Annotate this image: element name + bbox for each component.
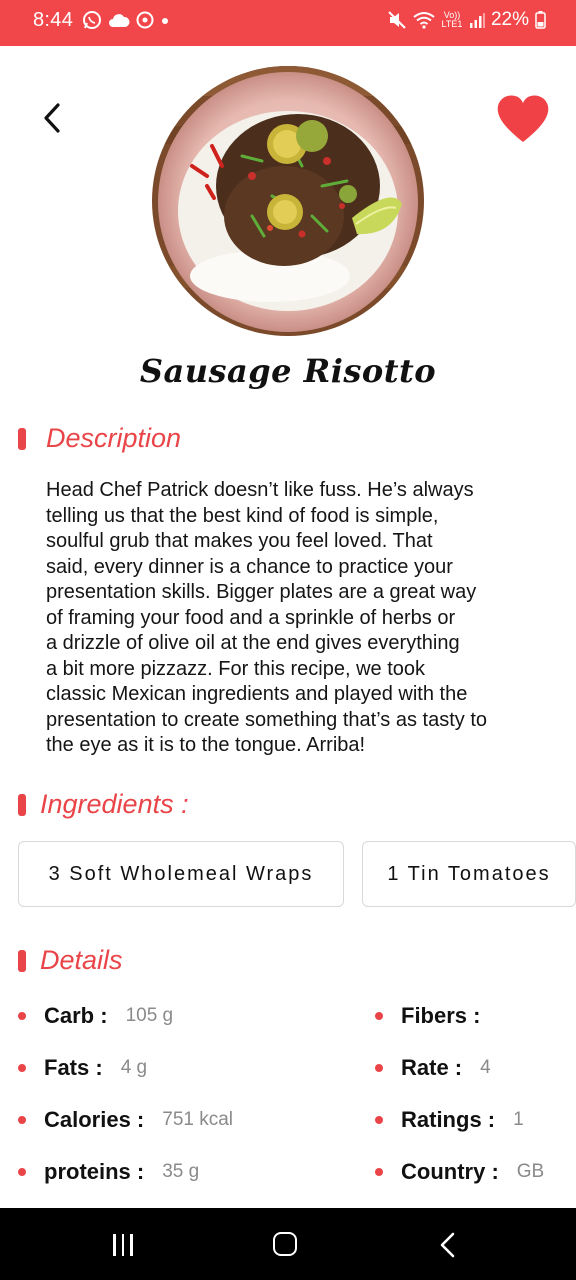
detail-ratings: Ratings : 1 (375, 1105, 524, 1135)
detail-value: 751 kcal (162, 1109, 234, 1130)
battery-percent: 22% (490, 9, 529, 30)
favorite-button[interactable] (494, 92, 552, 146)
ingredients-marker (18, 794, 26, 816)
details-marker (18, 950, 26, 972)
detail-value: GB (516, 1161, 545, 1182)
bullet (375, 1116, 383, 1124)
mute-icon (388, 11, 406, 29)
bullet (375, 1064, 383, 1072)
detail-label: Country : (401, 1159, 499, 1184)
heart-icon (497, 95, 549, 142)
cloud-icon (109, 14, 130, 27)
detail-country: Country : GB (375, 1157, 544, 1187)
bullet (375, 1168, 383, 1176)
bullet (18, 1012, 26, 1020)
status-time: 8:44 (33, 9, 74, 31)
detail-value: 105 g (125, 1005, 174, 1026)
wifi-icon (413, 12, 435, 29)
description-text: Head Chef Patrick doesn’t like fuss. He’… (46, 479, 487, 756)
detail-label: Carb : (44, 1003, 108, 1028)
dish-image (152, 66, 424, 336)
description-marker (18, 428, 26, 450)
notification-dot (162, 18, 168, 24)
bullet (375, 1012, 383, 1020)
back-icon[interactable] (437, 1231, 459, 1259)
detail-label: Ratings : (401, 1107, 496, 1132)
description-heading: Description (46, 423, 182, 453)
bullet (18, 1064, 26, 1072)
ingredients-list[interactable]: 3 Soft Wholemeal Wraps 1 Tin Tomatoes (18, 841, 576, 909)
detail-calories: Calories : 751 kcal (18, 1105, 233, 1135)
recipe-title: Sausage Risotto (139, 352, 437, 390)
bullet (18, 1116, 26, 1124)
home-icon[interactable] (273, 1232, 297, 1256)
navigation-bar (0, 1208, 576, 1280)
detail-value: 4 (480, 1057, 491, 1078)
battery-icon (535, 11, 546, 29)
bullet (18, 1168, 26, 1176)
recent-apps-icon[interactable] (113, 1234, 137, 1256)
chevron-left-icon (44, 103, 60, 133)
status-notification-icons (82, 10, 154, 30)
detail-label: Rate : (401, 1055, 463, 1080)
ingredient-chip[interactable]: 3 Soft Wholemeal Wraps (18, 841, 344, 907)
network-label: Vo)) LTE1 (441, 10, 463, 29)
football-icon (136, 11, 154, 29)
detail-label: proteins : (44, 1159, 145, 1184)
detail-proteins: proteins : 35 g (18, 1157, 199, 1187)
detail-label: Fibers : (401, 1003, 481, 1028)
details-heading: Details (40, 945, 123, 975)
detail-value: 35 g (162, 1161, 200, 1182)
ingredient-chip[interactable]: 1 Tin Tomatoes (362, 841, 576, 907)
status-system-icons: Vo)) LTE1 22% (387, 9, 546, 31)
status-bar: 8:44 Vo)) LTE1 22% (0, 0, 576, 46)
detail-value: 1 (513, 1109, 524, 1130)
detail-label: Fats : (44, 1055, 103, 1080)
detail-fibers: Fibers : (375, 1001, 498, 1031)
dish-photo (152, 66, 424, 336)
detail-label: Calories : (44, 1107, 145, 1132)
detail-value: 4 g (120, 1057, 148, 1078)
back-button[interactable] (34, 96, 70, 140)
detail-carb: Carb : 105 g (18, 1001, 173, 1031)
ingredients-heading: Ingredients : (40, 789, 189, 819)
signal-icon (469, 13, 485, 28)
whatsapp-icon (83, 11, 101, 29)
detail-fats: Fats : 4 g (18, 1053, 147, 1083)
detail-rate: Rate : 4 (375, 1053, 491, 1083)
